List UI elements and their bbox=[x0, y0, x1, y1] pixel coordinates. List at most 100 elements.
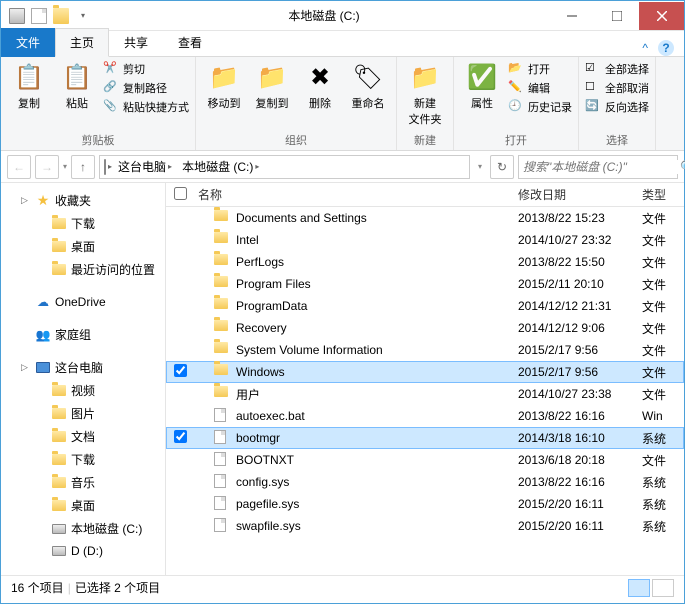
file-rows[interactable]: Documents and Settings2013/8/22 15:23文件I… bbox=[166, 207, 684, 575]
moveto-button[interactable]: 📁移动到 bbox=[202, 61, 246, 111]
minimize-button[interactable] bbox=[549, 2, 594, 30]
minimize-ribbon-icon[interactable]: ^ bbox=[642, 41, 648, 55]
row-checkbox[interactable] bbox=[174, 430, 187, 443]
icons-view-button[interactable] bbox=[652, 579, 674, 597]
sidebar-item-D (D:)[interactable]: D (D:) bbox=[1, 540, 165, 562]
back-button[interactable]: ← bbox=[7, 155, 31, 179]
ribbon-group-剪贴板: 📋复制📋粘贴✂️剪切🔗复制路径📎粘贴快捷方式剪贴板 bbox=[1, 57, 196, 150]
tab-file[interactable]: 文件 bbox=[1, 28, 55, 57]
navigation-pane[interactable]: ▷★收藏夹下载桌面最近访问的位置☁OneDrive👥家庭组▷这台电脑视频图片文档… bbox=[1, 183, 166, 575]
properties-button[interactable]: ✅属性 bbox=[460, 61, 504, 111]
sidebar-item-下载[interactable]: 下载 bbox=[1, 448, 165, 471]
file-icon bbox=[214, 452, 230, 468]
copypath-icon: 🔗 bbox=[103, 80, 119, 96]
tab-共享[interactable]: 共享 bbox=[109, 28, 163, 57]
edit-button[interactable]: ✏️编辑 bbox=[508, 80, 572, 96]
qat-dropdown-icon[interactable]: ▾ bbox=[75, 8, 91, 24]
sidebar-item-本地磁盘 (C:)[interactable]: 本地磁盘 (C:) bbox=[1, 517, 165, 540]
close-button[interactable] bbox=[639, 2, 684, 30]
sidebar-item-最近访问的位置[interactable]: 最近访问的位置 bbox=[1, 258, 165, 281]
refresh-button[interactable]: ↻ bbox=[490, 155, 514, 179]
file-row[interactable]: pagefile.sys2015/2/20 16:11系统 bbox=[166, 493, 684, 515]
sidebar-item-家庭组[interactable]: 👥家庭组 bbox=[1, 323, 165, 346]
selectall-button[interactable]: ☑全部选择 bbox=[585, 61, 649, 77]
sidebar-item-音乐[interactable]: 音乐 bbox=[1, 471, 165, 494]
column-name[interactable]: 名称 bbox=[194, 186, 518, 203]
file-row[interactable]: config.sys2013/8/22 16:16系统 bbox=[166, 471, 684, 493]
column-date[interactable]: 修改日期 bbox=[518, 186, 642, 203]
new-doc-icon[interactable] bbox=[31, 8, 47, 24]
copypath-button[interactable]: 🔗复制路径 bbox=[103, 80, 189, 96]
delete-button[interactable]: ✖删除 bbox=[298, 61, 342, 111]
help-icon[interactable]: ? bbox=[658, 40, 674, 56]
file-row[interactable]: Intel2014/10/27 23:32文件 bbox=[166, 229, 684, 251]
folder-icon[interactable] bbox=[53, 8, 69, 24]
file-row[interactable]: BOOTNXT2013/6/18 20:18文件 bbox=[166, 449, 684, 471]
search-input[interactable] bbox=[523, 160, 680, 174]
breadcrumb[interactable]: ▸ 这台电脑▸本地磁盘 (C:)▸ bbox=[99, 155, 470, 179]
window-title: 本地磁盘 (C:) bbox=[99, 7, 549, 24]
row-checkbox[interactable] bbox=[174, 364, 187, 377]
folder-icon bbox=[51, 429, 67, 445]
file-type: 文件 bbox=[642, 386, 684, 403]
sidebar-item-桌面[interactable]: 桌面 bbox=[1, 235, 165, 258]
file-date: 2014/10/27 23:38 bbox=[518, 387, 642, 401]
sidebar-item-文档[interactable]: 文档 bbox=[1, 425, 165, 448]
invert-button[interactable]: 🔄反向选择 bbox=[585, 99, 649, 115]
file-name: bootmgr bbox=[236, 431, 280, 445]
open-button[interactable]: 📂打开 bbox=[508, 61, 572, 77]
details-view-button[interactable] bbox=[628, 579, 650, 597]
file-row[interactable]: Recovery2014/12/12 9:06文件 bbox=[166, 317, 684, 339]
file-row[interactable]: Documents and Settings2013/8/22 15:23文件 bbox=[166, 207, 684, 229]
tab-主页[interactable]: 主页 bbox=[55, 28, 109, 57]
sidebar-item-图片[interactable]: 图片 bbox=[1, 402, 165, 425]
file-icon bbox=[214, 474, 230, 490]
file-row[interactable]: System Volume Information2015/2/17 9:56文… bbox=[166, 339, 684, 361]
file-row[interactable]: ProgramData2014/12/12 21:31文件 bbox=[166, 295, 684, 317]
file-date: 2015/2/20 16:11 bbox=[518, 519, 642, 533]
expand-icon[interactable]: ▷ bbox=[21, 362, 31, 373]
folder-icon bbox=[51, 475, 67, 491]
file-date: 2014/12/12 9:06 bbox=[518, 321, 642, 335]
history-button[interactable]: 🕘历史记录 bbox=[508, 99, 572, 115]
file-row[interactable]: Windows2015/2/17 9:56文件 bbox=[166, 361, 684, 383]
file-row[interactable]: swapfile.sys2015/2/20 16:11系统 bbox=[166, 515, 684, 537]
copyto-button[interactable]: 📁复制到 bbox=[250, 61, 294, 111]
file-row[interactable]: bootmgr2014/3/18 16:10系统 bbox=[166, 427, 684, 449]
paste-button[interactable]: 📋粘贴 bbox=[55, 61, 99, 111]
copy-button[interactable]: 📋复制 bbox=[7, 61, 51, 111]
tab-查看[interactable]: 查看 bbox=[163, 28, 217, 57]
column-checkbox[interactable] bbox=[166, 187, 194, 203]
sidebar-item-这台电脑[interactable]: ▷这台电脑 bbox=[1, 356, 165, 379]
cut-button[interactable]: ✂️剪切 bbox=[103, 61, 189, 77]
folder-icon bbox=[214, 298, 230, 314]
file-date: 2013/8/22 16:16 bbox=[518, 475, 642, 489]
sidebar-item-收藏夹[interactable]: ▷★收藏夹 bbox=[1, 189, 165, 212]
selectnone-button[interactable]: ☐全部取消 bbox=[585, 80, 649, 96]
address-dropdown-icon[interactable]: ▾ bbox=[474, 162, 486, 171]
sidebar-item-OneDrive[interactable]: ☁OneDrive bbox=[1, 291, 165, 313]
up-button[interactable]: ↑ bbox=[71, 155, 95, 179]
recent-locations-icon[interactable]: ▾ bbox=[63, 162, 67, 171]
search-box[interactable]: 🔍 bbox=[518, 155, 678, 179]
pasteshortcut-button[interactable]: 📎粘贴快捷方式 bbox=[103, 99, 189, 115]
expand-icon[interactable]: ▷ bbox=[21, 195, 31, 206]
forward-button[interactable]: → bbox=[35, 155, 59, 179]
sidebar-item-下载[interactable]: 下载 bbox=[1, 212, 165, 235]
maximize-button[interactable] bbox=[594, 2, 639, 30]
file-type: 文件 bbox=[642, 342, 684, 359]
file-date: 2013/8/22 15:50 bbox=[518, 255, 642, 269]
breadcrumb-item[interactable]: 本地磁盘 (C:)▸ bbox=[178, 158, 263, 175]
file-row[interactable]: PerfLogs2013/8/22 15:50文件 bbox=[166, 251, 684, 273]
breadcrumb-item[interactable]: 这台电脑▸ bbox=[114, 158, 176, 175]
rename-button[interactable]: 🏷重命名 bbox=[346, 61, 390, 111]
folder-icon bbox=[214, 276, 230, 292]
column-type[interactable]: 类型 bbox=[642, 186, 684, 203]
sidebar-item-视频[interactable]: 视频 bbox=[1, 379, 165, 402]
search-icon[interactable]: 🔍 bbox=[680, 160, 685, 174]
file-row[interactable]: 用户2014/10/27 23:38文件 bbox=[166, 383, 684, 405]
file-row[interactable]: Program Files2015/2/11 20:10文件 bbox=[166, 273, 684, 295]
sidebar-item-桌面[interactable]: 桌面 bbox=[1, 494, 165, 517]
file-row[interactable]: autoexec.bat2013/8/22 16:16Win bbox=[166, 405, 684, 427]
newfolder-button[interactable]: 📁新建文件夹 bbox=[403, 61, 447, 127]
